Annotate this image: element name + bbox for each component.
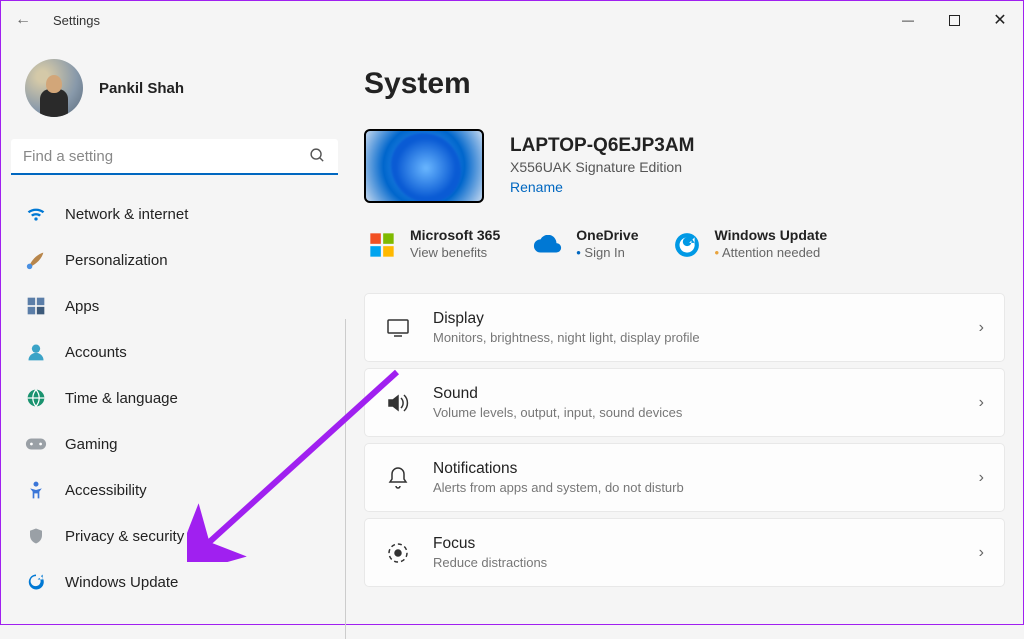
settings-item-sound[interactable]: Sound Volume levels, output, input, soun… — [364, 368, 1005, 437]
sidebar-item-network[interactable]: Network & internet — [11, 193, 338, 235]
setting-title: Display — [433, 310, 957, 328]
windows-update-card[interactable]: Windows Update Attention needed — [669, 227, 828, 263]
setting-sub: Reduce distractions — [433, 555, 957, 570]
update-icon — [25, 571, 47, 593]
setting-title: Focus — [433, 535, 957, 553]
sidebar-item-label: Accessibility — [65, 482, 147, 499]
main-content: System LAPTOP-Q6EJP3AM X556UAK Signature… — [346, 39, 1023, 624]
microsoft365-card[interactable]: Microsoft 365 View benefits — [364, 227, 500, 263]
sidebar-item-accounts[interactable]: Accounts — [11, 331, 338, 373]
wifi-icon — [25, 203, 47, 225]
sidebar-item-update[interactable]: Windows Update — [11, 561, 338, 603]
display-icon — [385, 315, 411, 341]
search-input[interactable] — [11, 139, 338, 175]
sidebar-item-label: Apps — [65, 298, 99, 315]
bell-icon — [385, 465, 411, 491]
setting-title: Notifications — [433, 460, 957, 478]
sidebar-item-personalization[interactable]: Personalization — [11, 239, 338, 281]
sidebar-item-label: Windows Update — [65, 574, 178, 591]
maximize-button[interactable] — [931, 1, 977, 39]
sidebar: Pankil Shah Network & internet Personali… — [1, 39, 346, 624]
update-title: Windows Update — [715, 227, 828, 243]
chevron-right-icon: › — [979, 319, 984, 337]
sidebar-item-label: Network & internet — [65, 206, 188, 223]
minimize-button[interactable]: — — [885, 1, 931, 39]
brush-icon — [25, 249, 47, 271]
m365-title: Microsoft 365 — [410, 227, 500, 243]
cloud-services-row: Microsoft 365 View benefits OneDrive Sig… — [364, 227, 1005, 263]
apps-icon — [25, 295, 47, 317]
sidebar-item-label: Privacy & security — [65, 528, 184, 545]
onedrive-title: OneDrive — [576, 227, 638, 243]
device-model: X556UAK Signature Edition — [510, 159, 694, 175]
globe-icon — [25, 387, 47, 409]
sound-icon — [385, 390, 411, 416]
chevron-right-icon: › — [979, 394, 984, 412]
sidebar-item-gaming[interactable]: Gaming — [11, 423, 338, 465]
sidebar-item-label: Gaming — [65, 436, 118, 453]
back-button[interactable]: ← — [15, 11, 31, 29]
onedrive-sub: Sign In — [576, 245, 638, 260]
device-name: LAPTOP-Q6EJP3AM — [510, 135, 694, 157]
focus-icon — [385, 540, 411, 566]
search-box[interactable] — [11, 139, 338, 175]
sidebar-item-label: Personalization — [65, 252, 168, 269]
page-title: System — [364, 67, 1005, 101]
close-button[interactable]: ✕ — [977, 1, 1023, 39]
onedrive-card[interactable]: OneDrive Sign In — [530, 227, 638, 263]
gamepad-icon — [25, 433, 47, 455]
chevron-right-icon: › — [979, 544, 984, 562]
m365-sub: View benefits — [410, 245, 500, 260]
username: Pankil Shah — [99, 80, 184, 97]
search-icon — [309, 147, 326, 169]
window-title: Settings — [53, 13, 100, 28]
setting-sub: Monitors, brightness, night light, displ… — [433, 330, 957, 345]
sidebar-item-privacy[interactable]: Privacy & security — [11, 515, 338, 557]
settings-item-notifications[interactable]: Notifications Alerts from apps and syste… — [364, 443, 1005, 512]
settings-item-focus[interactable]: Focus Reduce distractions › — [364, 518, 1005, 587]
sidebar-item-label: Time & language — [65, 390, 178, 407]
sidebar-item-label: Accounts — [65, 344, 127, 361]
sidebar-item-time[interactable]: Time & language — [11, 377, 338, 419]
titlebar: ← Settings — ✕ — [1, 1, 1023, 39]
rename-link[interactable]: Rename — [510, 179, 563, 195]
avatar — [25, 59, 83, 117]
settings-item-display[interactable]: Display Monitors, brightness, night ligh… — [364, 293, 1005, 362]
onedrive-icon — [530, 227, 566, 263]
sidebar-item-accessibility[interactable]: Accessibility — [11, 469, 338, 511]
setting-sub: Volume levels, output, input, sound devi… — [433, 405, 957, 420]
accessibility-icon — [25, 479, 47, 501]
profile-block[interactable]: Pankil Shah — [11, 53, 338, 137]
microsoft365-icon — [364, 227, 400, 263]
windows-update-icon — [669, 227, 705, 263]
setting-sub: Alerts from apps and system, do not dist… — [433, 480, 957, 495]
chevron-right-icon: › — [979, 469, 984, 487]
shield-icon — [25, 525, 47, 547]
update-sub: Attention needed — [715, 245, 828, 260]
sidebar-item-apps[interactable]: Apps — [11, 285, 338, 327]
person-icon — [25, 341, 47, 363]
setting-title: Sound — [433, 385, 957, 403]
settings-list: Display Monitors, brightness, night ligh… — [364, 293, 1005, 587]
device-summary: LAPTOP-Q6EJP3AM X556UAK Signature Editio… — [364, 129, 1005, 203]
device-thumbnail — [364, 129, 484, 203]
